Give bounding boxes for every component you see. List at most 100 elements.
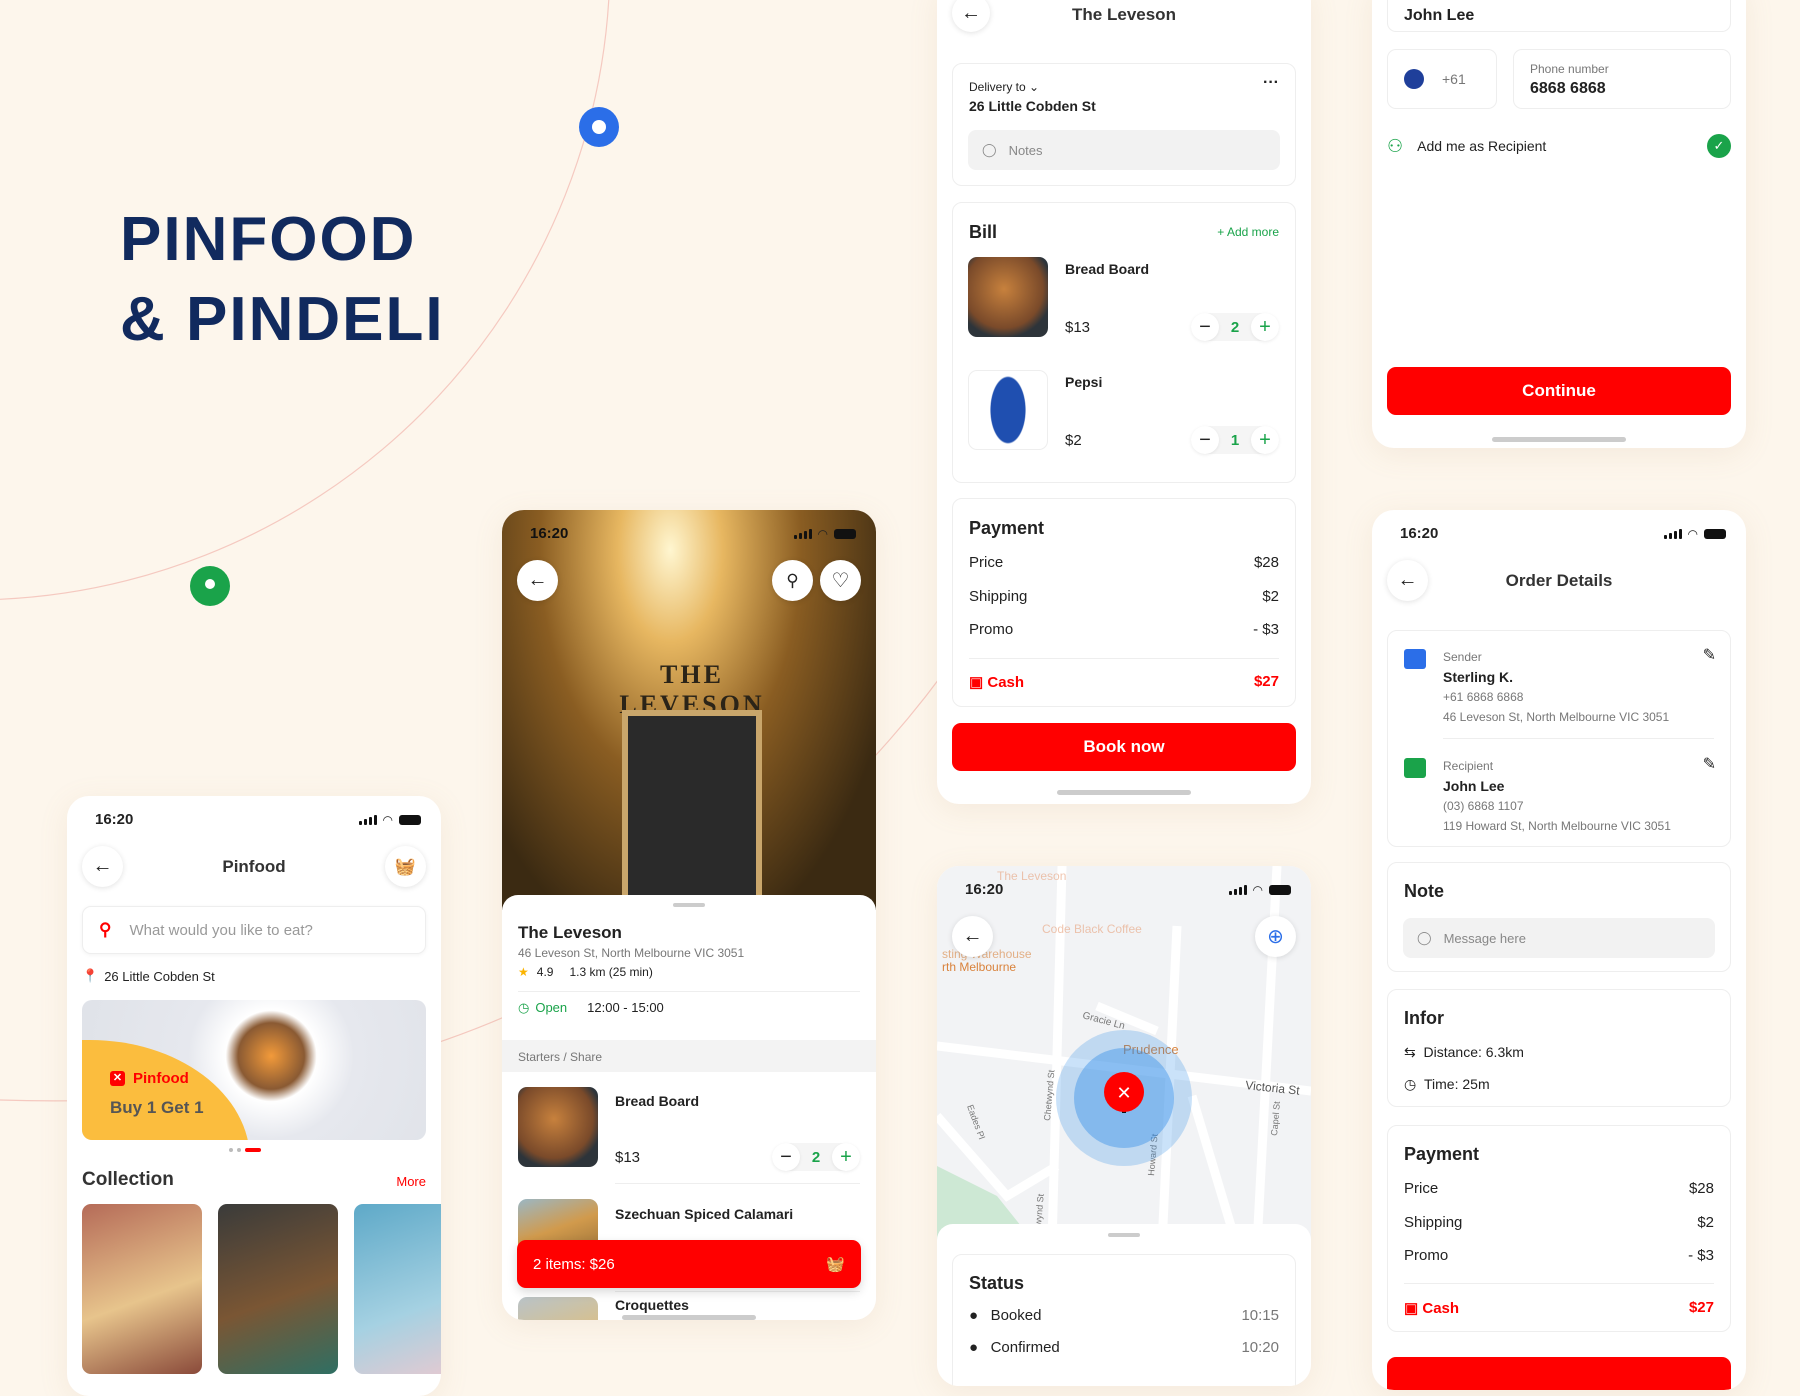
- bread-board-image: [518, 1087, 598, 1167]
- sender-box-icon: [1404, 649, 1426, 669]
- utensils-icon: ✕: [1116, 1083, 1131, 1103]
- clock-icon: ◷: [1404, 1076, 1417, 1092]
- cart-button[interactable]: 🧺: [385, 846, 426, 887]
- promo-banner[interactable]: ✕ Pinfood Buy 1 Get 1: [82, 1000, 426, 1140]
- payment-method-row[interactable]: ▣ Cash $27: [969, 673, 1279, 691]
- home-indicator: [1057, 790, 1191, 795]
- row-value: - $3: [1253, 621, 1279, 638]
- delivery-address[interactable]: 📍 26 Little Cobden St: [82, 968, 215, 984]
- book-now-button[interactable]: Book now: [952, 723, 1296, 771]
- croquettes-image: [518, 1297, 598, 1320]
- add-me-recipient-toggle[interactable]: ⚇ Add me as Recipient ✓: [1387, 134, 1731, 158]
- name-field[interactable]: John Lee: [1387, 0, 1731, 32]
- chat-bubble-icon: ◯: [1417, 930, 1432, 945]
- minus-icon[interactable]: −: [1191, 313, 1219, 341]
- row-value: $2: [1697, 1214, 1714, 1231]
- edit-recipient-icon[interactable]: ✎: [1703, 754, 1716, 774]
- signal-icon: [1228, 885, 1247, 895]
- plus-icon[interactable]: +: [1251, 426, 1279, 454]
- status-icons: ◠: [358, 813, 421, 827]
- message-input[interactable]: ◯ Message here: [1403, 918, 1715, 958]
- phone-value: 6868 6868: [1530, 80, 1606, 97]
- status-label: Booked: [990, 1307, 1042, 1324]
- wifi-icon: ◠: [1687, 527, 1698, 541]
- add-user-icon: ⚇: [1387, 135, 1404, 156]
- sender-address: 46 Leveson St, North Melbourne VIC 3051: [1443, 710, 1670, 724]
- restaurant-door: [622, 710, 762, 910]
- sender-phone: +61 6868 6868: [1443, 690, 1524, 704]
- shipping-row: Shipping $2: [969, 588, 1279, 605]
- continue-button[interactable]: Continue: [1387, 367, 1731, 415]
- plus-icon[interactable]: +: [1251, 313, 1279, 341]
- notes-input[interactable]: ◯ Notes: [968, 130, 1280, 170]
- divider: [1443, 738, 1714, 739]
- time-row: ◷ Time: 25m: [1404, 1076, 1490, 1093]
- payment-card: Payment Price $28 Shipping $2 Promo - $3 ▣ …: [952, 498, 1296, 707]
- basket-icon: 🧺: [394, 856, 417, 876]
- back-button[interactable]: ←: [952, 916, 993, 957]
- search-button[interactable]: ⚲: [772, 560, 813, 601]
- favorite-button[interactable]: ♡: [820, 560, 861, 601]
- more-options-icon[interactable]: ···: [1263, 74, 1279, 92]
- order-details-screen: 16:20 ◠ ← Order Details Sender Sterling K…: [1372, 510, 1746, 1390]
- sheet-handle[interactable]: [1108, 1233, 1140, 1237]
- battery-icon: [1704, 529, 1726, 539]
- pinfood-home-screen: 16:20 ◠ ← Pinfood 🧺 ⚲ What would you lik…: [67, 796, 441, 1396]
- chevron-down-icon: ⌄: [1029, 80, 1040, 94]
- status-icons: ◠: [1228, 883, 1291, 897]
- bill-item-price: $2: [1065, 432, 1082, 449]
- payment-card: Payment Price $28 Shipping $2 Promo - $3 ▣ …: [1387, 1125, 1731, 1332]
- map-view[interactable]: rth Melbourne sting Warehouse Code Black…: [937, 866, 1311, 1246]
- map-streets: rth Melbourne sting Warehouse Code Black…: [937, 866, 1311, 1246]
- bill-item-name: Pepsi: [1065, 374, 1103, 390]
- minus-icon[interactable]: −: [772, 1143, 800, 1171]
- quantity-value: 2: [811, 1148, 821, 1166]
- plus-icon[interactable]: +: [832, 1143, 860, 1171]
- view-cart-button[interactable]: 2 items: $26 🧺: [517, 1240, 861, 1288]
- bill-item-price: $13: [1065, 319, 1091, 336]
- search-icon: ⚲: [99, 920, 112, 939]
- home-indicator: [1492, 437, 1626, 442]
- divider: [518, 991, 860, 992]
- address-text: 26 Little Cobden St: [104, 968, 215, 984]
- home-indicator: [622, 1315, 756, 1320]
- australia-flag-icon: [1404, 69, 1424, 89]
- payment-method-row[interactable]: ▣ Cash $27: [1404, 1299, 1714, 1317]
- quantity-stepper[interactable]: −2 +: [772, 1143, 860, 1171]
- restaurant-meta: ★ 4.9 1.3 km (25 min): [518, 965, 653, 979]
- recenter-button[interactable]: ⊕: [1255, 916, 1296, 957]
- map-label: wynd St: [1033, 1193, 1046, 1227]
- collection-item-tea[interactable]: [354, 1204, 441, 1374]
- minus-icon[interactable]: −: [1191, 426, 1219, 454]
- back-button[interactable]: ←: [517, 560, 558, 601]
- edit-sender-icon[interactable]: ✎: [1703, 645, 1716, 665]
- restaurant-sheet: The Leveson 46 Leveson St, North Melbour…: [502, 895, 876, 1320]
- search-icon: ⚲: [786, 570, 799, 590]
- primary-action-button[interactable]: [1387, 1357, 1731, 1390]
- delivery-to-dropdown[interactable]: Delivery to ⌄: [969, 80, 1039, 94]
- quantity-stepper[interactable]: −2 +: [1191, 313, 1279, 341]
- collection-item-pizza[interactable]: [82, 1204, 202, 1374]
- total: $27: [1688, 1299, 1714, 1316]
- row-label: Promo: [1404, 1247, 1449, 1264]
- sheet-handle[interactable]: [673, 903, 705, 907]
- add-more-link[interactable]: + Add more: [1217, 225, 1279, 239]
- checkmark-icon[interactable]: ✓: [1707, 134, 1731, 158]
- row-value: - $3: [1688, 1247, 1714, 1264]
- menu-item-name: Croquettes: [615, 1297, 689, 1313]
- status-time: 16:20: [95, 811, 134, 828]
- search-input[interactable]: ⚲ What would you like to eat?: [82, 906, 426, 954]
- recipient-name: John Lee: [1443, 778, 1505, 794]
- collection-item-coffee[interactable]: [218, 1204, 338, 1374]
- contacts-card: Sender Sterling K. +61 6868 6868 46 Leveson…: [1387, 630, 1731, 847]
- country-code-select[interactable]: +61: [1387, 49, 1497, 109]
- recipient-label: Recipient: [1443, 759, 1494, 773]
- phone-number-field[interactable]: Phone number 6868 6868: [1513, 49, 1731, 109]
- cash-icon: ▣: [1404, 1300, 1419, 1317]
- more-link[interactable]: More: [396, 1174, 426, 1189]
- bill-card: Bill + Add more Bread Board $13 −2 + Peps…: [952, 202, 1296, 483]
- search-placeholder: What would you like to eat?: [129, 921, 313, 939]
- banner-brand-label: Pinfood: [133, 1070, 189, 1087]
- sender-label: Sender: [1443, 650, 1482, 664]
- quantity-stepper[interactable]: −1 +: [1191, 426, 1279, 454]
